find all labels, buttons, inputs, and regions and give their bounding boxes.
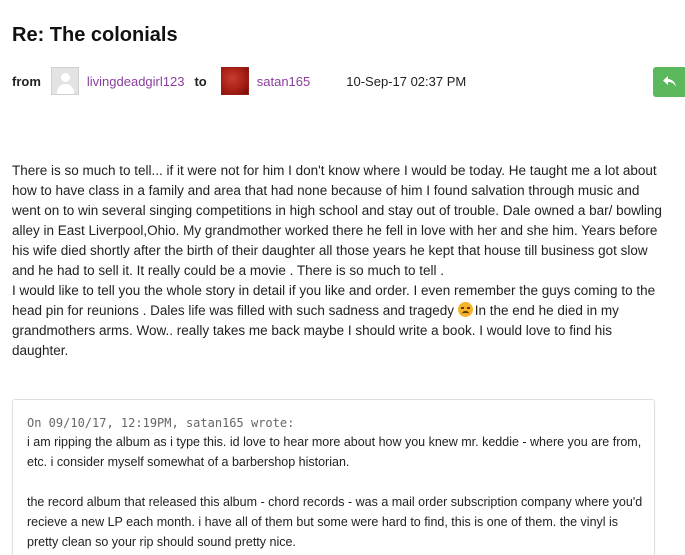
sender-link[interactable]: livingdeadgirl123 [87,74,185,89]
quote-paragraph: the record album that released this albu… [27,495,643,549]
body-paragraph: There is so much to tell... if it were n… [12,163,662,278]
from-label: from [12,73,41,89]
message-date: 10-Sep-17 02:37 PM [346,73,467,89]
quote-paragraph: i am ripping the album as i type this. i… [27,435,642,469]
message-body: There is so much to tell... if it were n… [12,161,662,361]
message-meta: from livingdeadgirl123 to satan165 10-Se… [12,66,466,96]
to-label: to [194,73,207,89]
body-paragraph: I would like to tell you the whole story… [12,281,662,361]
message-view: Re: The colonials from livingdeadgirl123… [0,0,685,555]
quoted-message: On 09/10/17, 12:19PM, satan165 wrote: i … [12,399,655,555]
default-avatar-icon [60,73,70,82]
sad-face-emoji [457,302,473,317]
reply-button[interactable] [653,67,685,97]
recipient-avatar[interactable] [220,67,249,95]
sender-avatar[interactable] [50,67,79,95]
quote-header: On 09/10/17, 12:19PM, satan165 wrote: [27,416,295,430]
quote-body: i am ripping the album as i type this. i… [27,432,647,552]
reply-icon [663,76,676,87]
message-title: Re: The colonials [12,24,178,46]
recipient-link[interactable]: satan165 [257,74,311,89]
